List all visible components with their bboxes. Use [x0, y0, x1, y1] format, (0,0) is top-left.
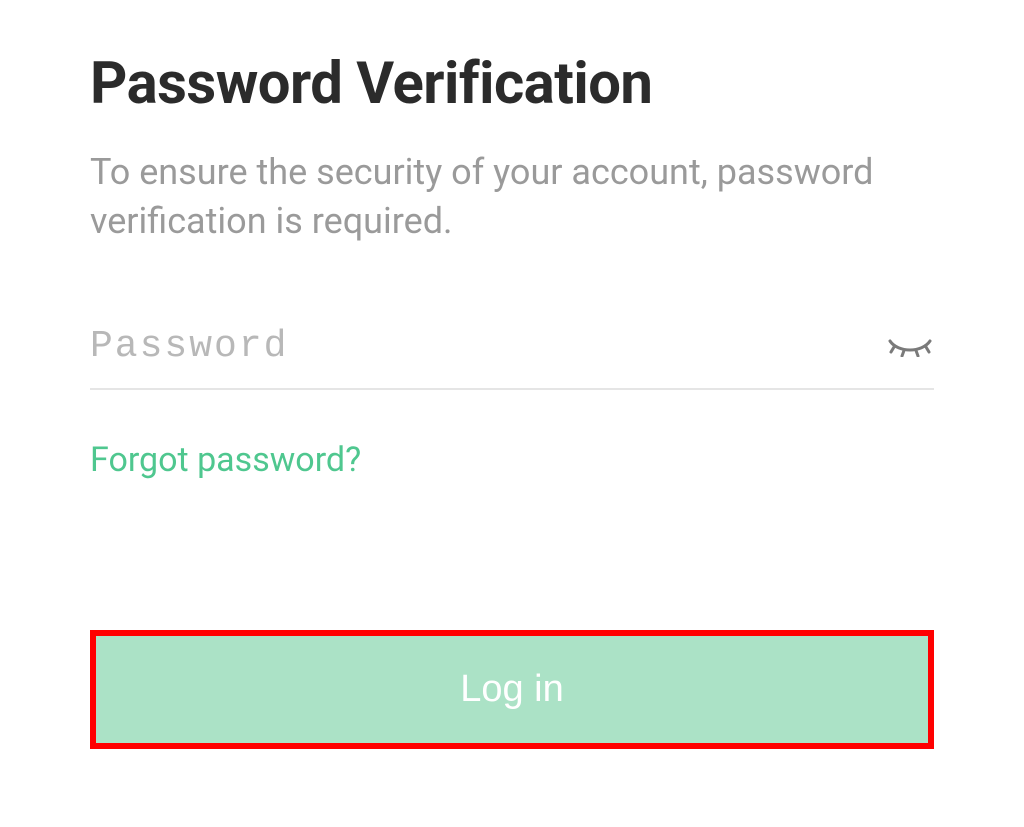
page-title: Password Verification	[90, 50, 934, 118]
eye-closed-icon[interactable]	[886, 332, 934, 362]
login-highlight-box: Log in	[90, 630, 934, 749]
forgot-password-link[interactable]: Forgot password?	[90, 440, 361, 480]
login-button[interactable]: Log in	[96, 636, 928, 743]
password-row	[90, 325, 934, 390]
password-input[interactable]	[90, 325, 886, 368]
page-subtitle: To ensure the security of your account, …	[90, 148, 934, 245]
